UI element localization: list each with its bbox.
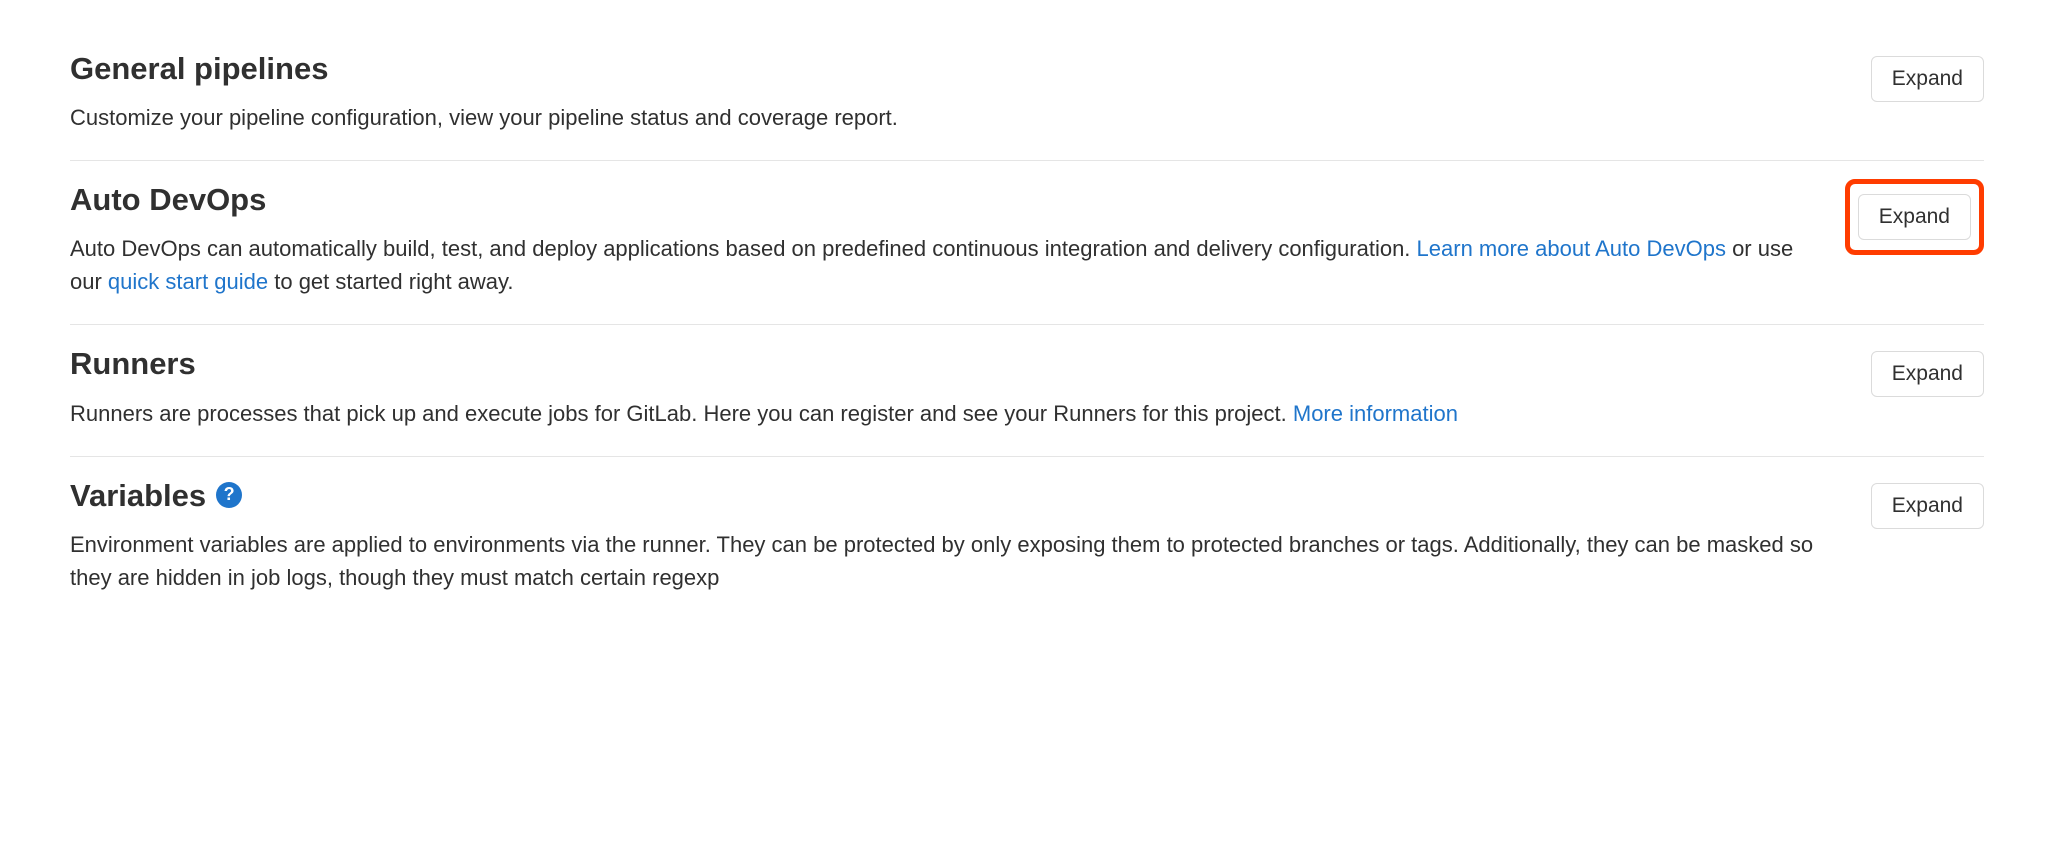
highlighted-expand-wrapper: Expand	[1845, 179, 1984, 255]
section-title-runners: Runners	[70, 345, 1831, 382]
expand-button-runners[interactable]: Expand	[1871, 351, 1984, 397]
section-desc-variables: Environment variables are applied to env…	[70, 528, 1831, 594]
expand-button-general[interactable]: Expand	[1871, 56, 1984, 102]
expand-button-autodevops[interactable]: Expand	[1858, 194, 1971, 240]
section-variables: Variables ? Environment variables are ap…	[70, 457, 1984, 620]
section-title-general: General pipelines	[70, 50, 1831, 87]
desc-text: Auto DevOps can automatically build, tes…	[70, 236, 1417, 261]
section-content: Runners Runners are processes that pick …	[70, 345, 1871, 429]
more-information-link[interactable]: More information	[1293, 401, 1458, 426]
expand-button-variables[interactable]: Expand	[1871, 483, 1984, 529]
quick-start-guide-link[interactable]: quick start guide	[108, 269, 268, 294]
section-desc-autodevops: Auto DevOps can automatically build, tes…	[70, 232, 1805, 298]
section-runners: Runners Runners are processes that pick …	[70, 325, 1984, 456]
section-desc-runners: Runners are processes that pick up and e…	[70, 397, 1831, 430]
help-icon[interactable]: ?	[216, 482, 242, 508]
section-title-variables: Variables ?	[70, 477, 1831, 514]
section-content: Variables ? Environment variables are ap…	[70, 477, 1871, 594]
section-content: General pipelines Customize your pipelin…	[70, 50, 1871, 134]
learn-more-autodevops-link[interactable]: Learn more about Auto DevOps	[1417, 236, 1726, 261]
section-desc-general: Customize your pipeline configuration, v…	[70, 101, 1831, 134]
settings-container: General pipelines Customize your pipelin…	[0, 30, 2054, 620]
section-general-pipelines: General pipelines Customize your pipelin…	[70, 30, 1984, 161]
section-content: Auto DevOps Auto DevOps can automaticall…	[70, 181, 1845, 298]
title-text: Variables	[70, 477, 206, 514]
desc-text: Runners are processes that pick up and e…	[70, 401, 1293, 426]
section-auto-devops: Auto DevOps Auto DevOps can automaticall…	[70, 161, 1984, 325]
desc-text: to get started right away.	[268, 269, 513, 294]
section-title-autodevops: Auto DevOps	[70, 181, 1805, 218]
